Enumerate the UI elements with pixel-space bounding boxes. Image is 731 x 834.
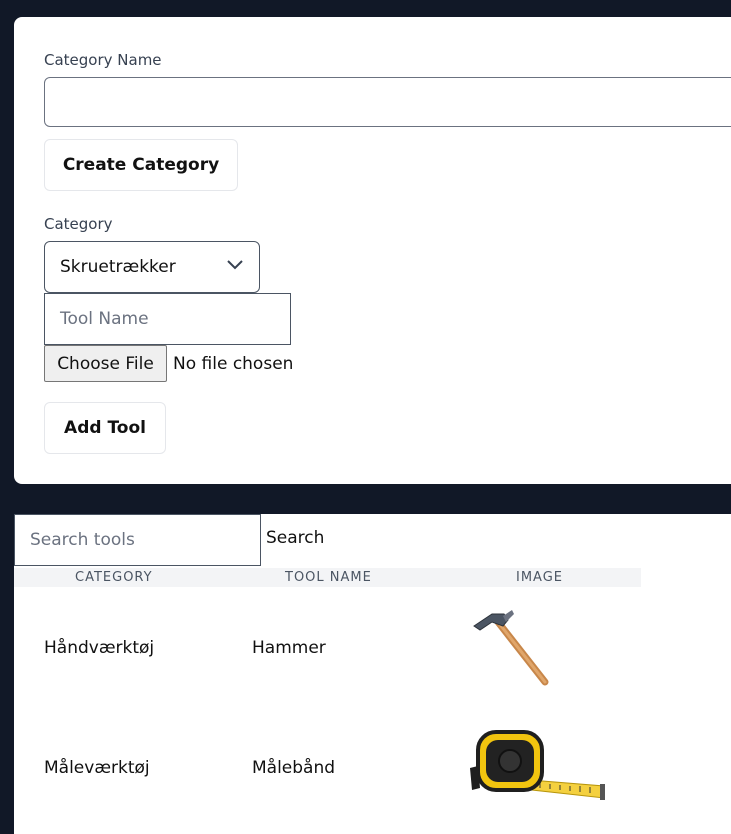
- category-name-input[interactable]: [44, 77, 731, 127]
- add-tool-button[interactable]: Add Tool: [44, 402, 166, 454]
- create-category-button[interactable]: Create Category: [44, 139, 238, 191]
- category-name-label: Category Name: [44, 51, 162, 69]
- column-header-tool-name: TOOL NAME: [285, 570, 372, 585]
- row-tool-name: Målebånd: [252, 758, 336, 778]
- hammer-image: [473, 610, 549, 686]
- row-tool-name: Hammer: [252, 638, 326, 658]
- table-header: CATEGORY TOOL NAME IMAGE: [14, 568, 641, 587]
- row-category: Måleværktøj: [44, 758, 150, 778]
- search-button[interactable]: Search: [266, 528, 324, 548]
- file-picker: Choose File No file chosen: [44, 345, 293, 382]
- tape-measure-image: [470, 730, 605, 800]
- row-category: Håndværktøj: [44, 638, 155, 658]
- column-header-category: CATEGORY: [75, 570, 153, 585]
- category-select[interactable]: Skruetrækker: [44, 241, 260, 293]
- search-input[interactable]: Search tools: [14, 514, 261, 566]
- chevron-down-icon: [227, 260, 243, 270]
- category-label: Category: [44, 215, 113, 233]
- tool-name-input[interactable]: Tool Name: [44, 293, 291, 345]
- table-row: Måleværktøj Målebånd: [14, 708, 641, 828]
- tools-list-panel: Search tools Search CATEGORY TOOL NAME I…: [14, 514, 731, 834]
- file-status-text: No file chosen: [173, 353, 294, 374]
- table-row: Håndværktøj Hammer: [14, 588, 641, 708]
- column-header-image: IMAGE: [516, 570, 564, 585]
- choose-file-button[interactable]: Choose File: [44, 345, 167, 382]
- tool-admin-panel: Category Name Create Category Category S…: [14, 17, 731, 484]
- category-select-value: Skruetrækker: [60, 257, 176, 277]
